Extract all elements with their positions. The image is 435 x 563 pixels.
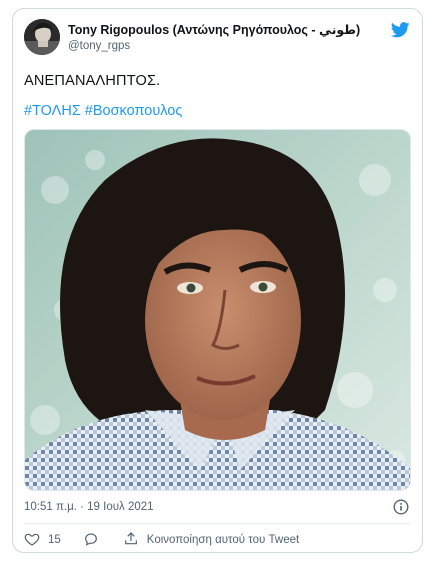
author-handle[interactable]: @tony_rgps xyxy=(68,40,130,52)
avatar[interactable] xyxy=(24,19,60,55)
heart-icon xyxy=(24,531,40,550)
hashtag-link[interactable]: #ΤΟΛΗΣ xyxy=(24,103,81,119)
reply-icon xyxy=(83,531,99,550)
share-button[interactable]: Κοινοποίηση αυτού του Tweet xyxy=(123,531,299,550)
like-count: 15 xyxy=(48,534,61,546)
share-label: Κοινοποίηση αυτού του Tweet xyxy=(146,534,300,546)
hashtag-link[interactable]: #Βοσκοπουλος xyxy=(85,103,183,119)
tweet-text: ΑΝΕΠΑΝΑΛΗΠΤΟΣ. xyxy=(24,73,161,89)
tweet-card[interactable]: Tony Rigopoulos (Αντώνης Ρηγόπουλος - طو… xyxy=(12,8,423,553)
action-bar: 15 Κοινοποίηση αυτού του Tweet xyxy=(24,531,299,549)
info-icon[interactable] xyxy=(393,499,409,515)
twitter-bird-icon[interactable] xyxy=(390,22,410,38)
author-name[interactable]: Tony Rigopoulos (Αντώνης Ρηγόπουλος - طو… xyxy=(68,22,360,37)
tweet-photo[interactable] xyxy=(24,129,411,491)
divider xyxy=(24,523,411,524)
like-button[interactable]: 15 xyxy=(24,531,61,550)
reply-button[interactable] xyxy=(83,531,99,550)
share-icon xyxy=(123,531,139,550)
tweet-timestamp[interactable]: 10:51 π.μ. · 19 Ιουλ 2021 xyxy=(24,501,154,513)
hashtag-line: #ΤΟΛΗΣ #Βοσκοπουλος xyxy=(24,103,186,119)
